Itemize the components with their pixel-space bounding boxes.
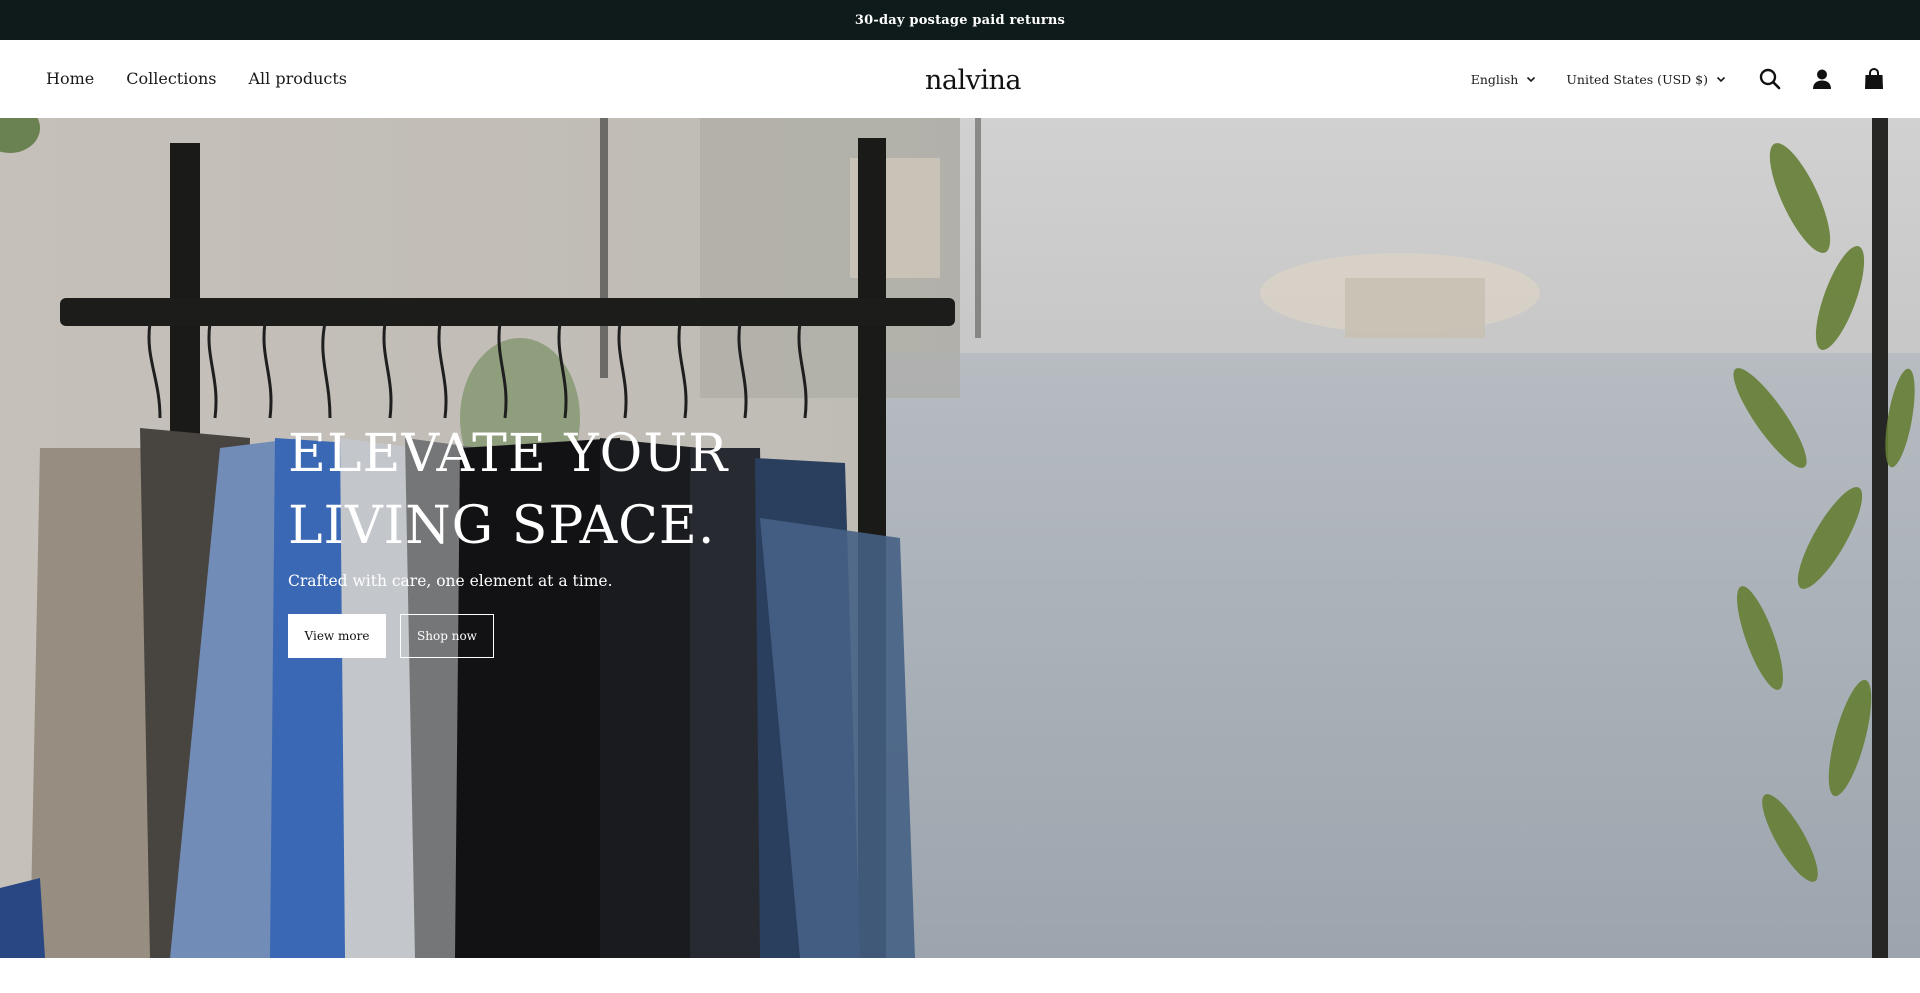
- nav-item-all-products[interactable]: All products: [248, 69, 347, 90]
- nav-item-collections[interactable]: Collections: [126, 69, 216, 90]
- search-button[interactable]: [1744, 53, 1796, 105]
- account-icon: [1813, 69, 1831, 89]
- language-selector[interactable]: English: [1471, 72, 1539, 87]
- header-actions: English United States (USD $): [1471, 40, 1920, 118]
- site-logo[interactable]: nalvina: [918, 62, 1028, 98]
- nav-item-home[interactable]: Home: [46, 69, 94, 90]
- hero-title-line-2: LIVING SPACE.: [288, 496, 716, 556]
- chevron-down-icon: [1527, 76, 1536, 83]
- cart-button[interactable]: [1848, 53, 1900, 105]
- hero-title: ELEVATE YOUR LIVING SPACE.: [288, 418, 888, 562]
- chevron-down-icon: [1716, 76, 1726, 83]
- cart-icon: [1865, 68, 1883, 89]
- view-more-button[interactable]: View more: [288, 614, 386, 658]
- hero-banner: ELEVATE YOUR LIVING SPACE. Crafted with …: [0, 118, 1920, 958]
- site-header: Home Collections All products nalvina En…: [0, 40, 1920, 118]
- search-icon: [1759, 68, 1781, 90]
- country-selector[interactable]: United States (USD $): [1566, 72, 1728, 87]
- main-navigation: Home Collections All products: [46, 40, 379, 118]
- country-selected: United States (USD $): [1566, 71, 1708, 87]
- shop-now-button[interactable]: Shop now: [400, 614, 494, 658]
- language-selected: English: [1470, 71, 1519, 87]
- account-button[interactable]: [1796, 53, 1848, 105]
- hero-title-line-1: ELEVATE YOUR: [288, 424, 729, 484]
- hero-content: ELEVATE YOUR LIVING SPACE. Crafted with …: [288, 418, 888, 658]
- hero-subtitle: Crafted with care, one element at a time…: [288, 572, 613, 590]
- announcement-bar: 30-day postage paid returns: [0, 0, 1920, 40]
- announcement-text: 30-day postage paid returns: [854, 12, 1066, 28]
- hero-buttons: View more Shop now: [288, 614, 888, 658]
